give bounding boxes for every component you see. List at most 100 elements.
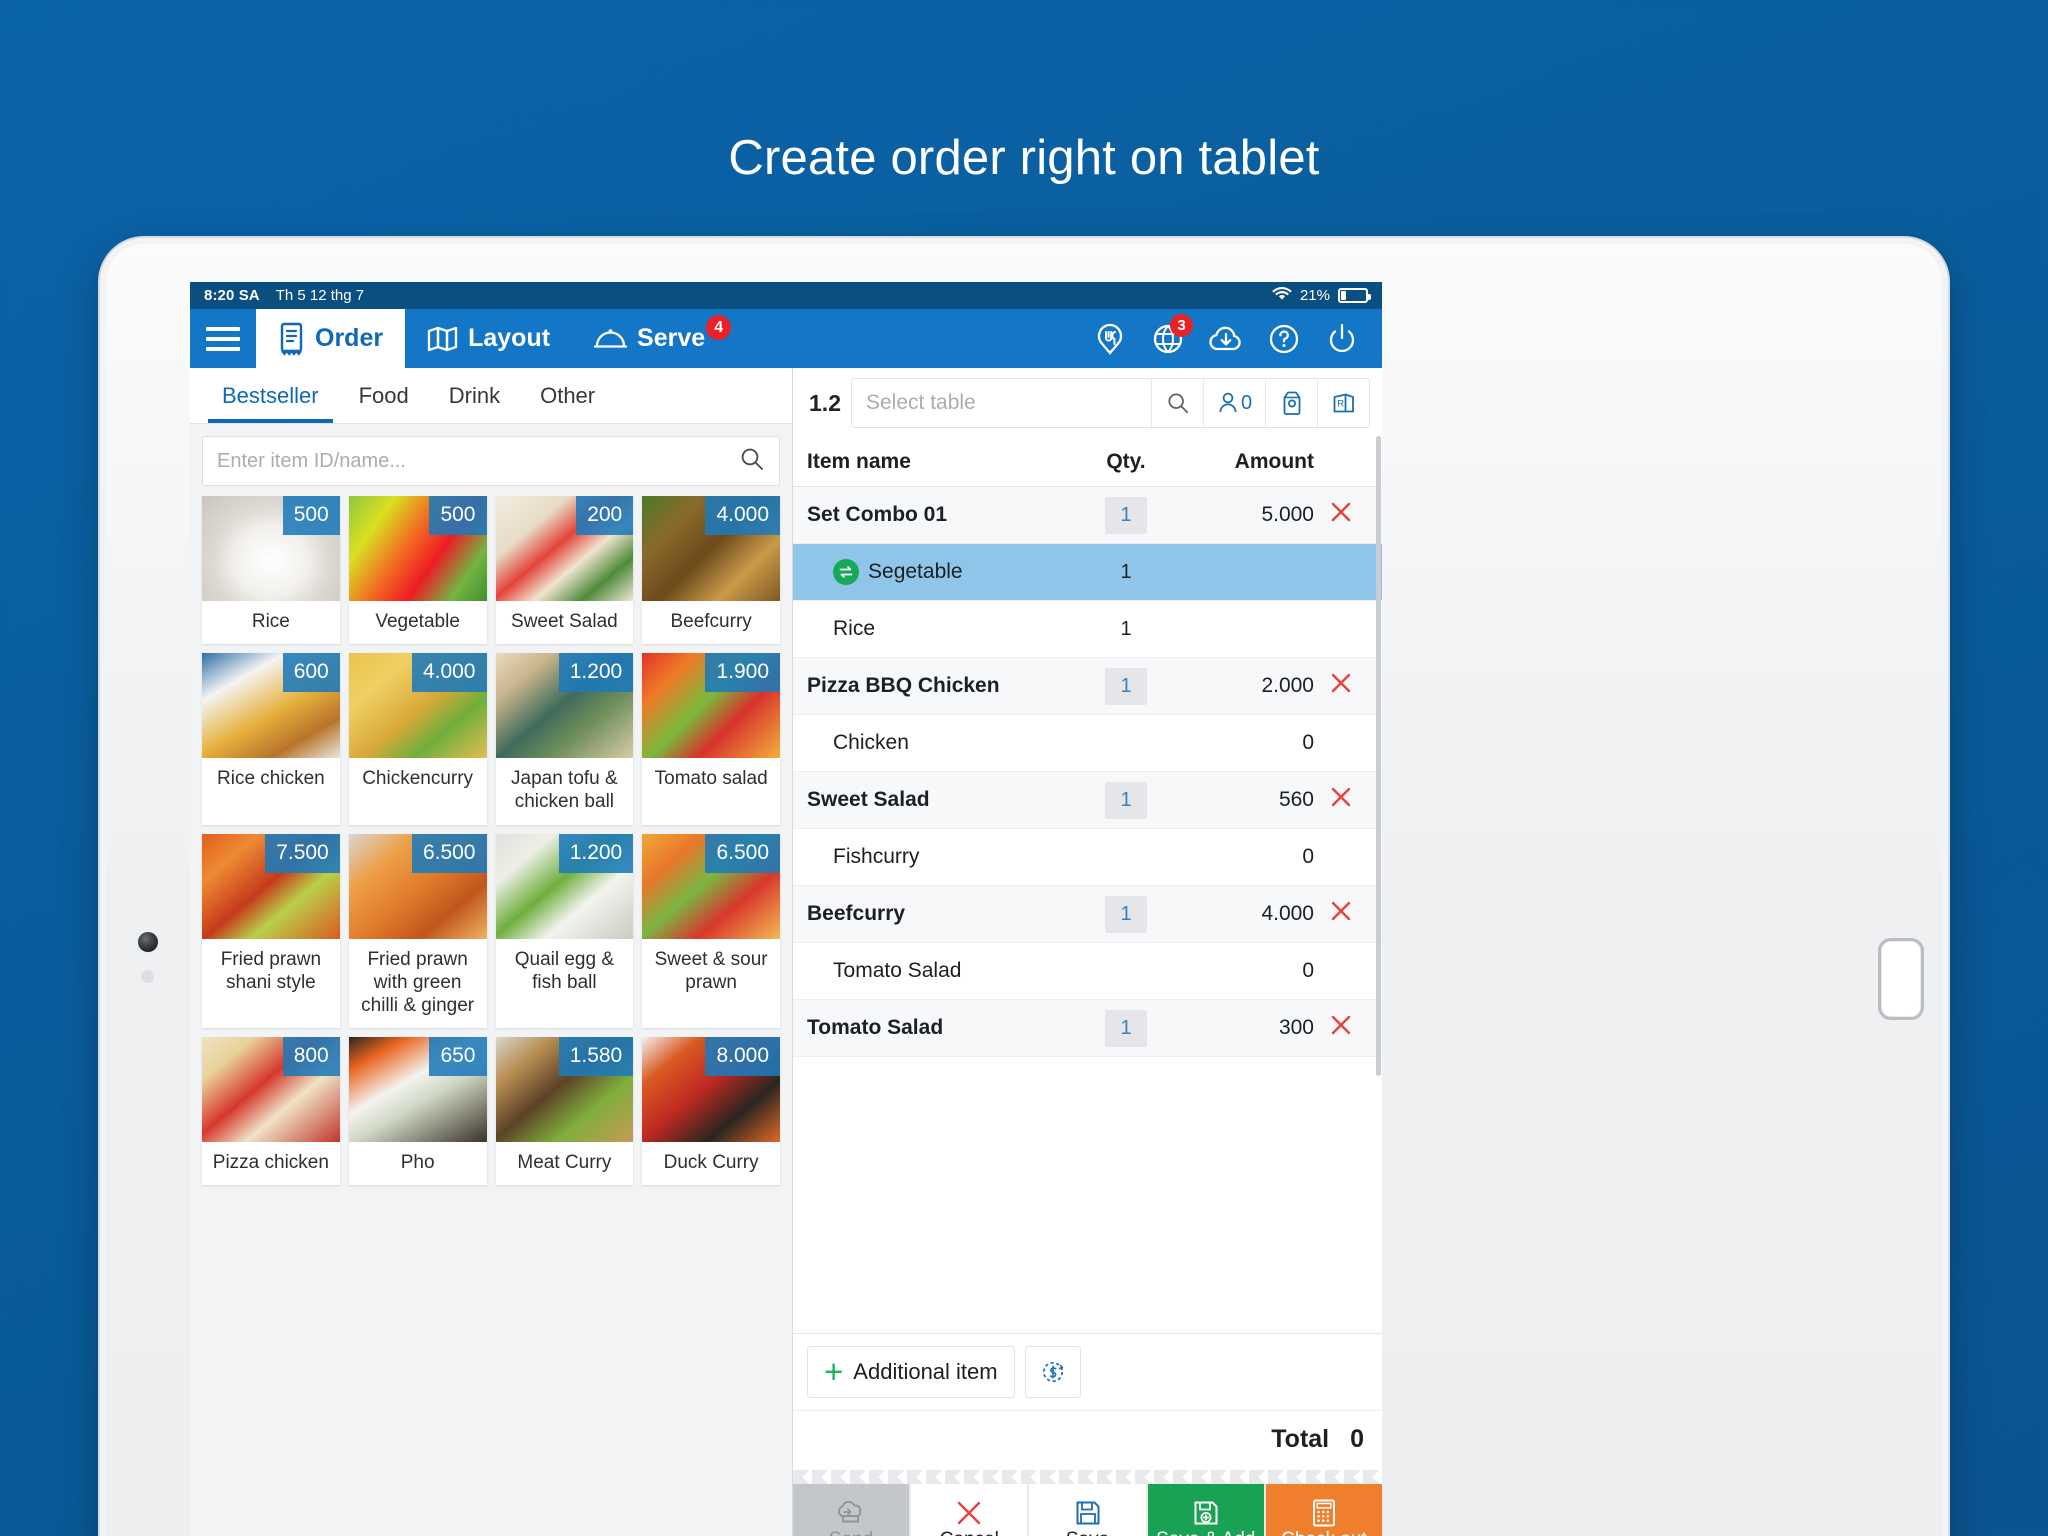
product-card[interactable]: 8.000 Duck Curry [642,1037,781,1186]
product-name: Sweet Salad [511,611,618,632]
delete-row-icon[interactable] [1314,785,1368,816]
check-out-label: Check out [1281,1530,1367,1536]
reservation-card-icon[interactable]: R [1317,379,1369,427]
product-card[interactable]: 1.200 Japan tofu & chicken ball [495,653,634,825]
product-card[interactable]: 6.500 Fried prawn with green chilli & gin… [348,833,487,1029]
money-refresh-icon[interactable] [1024,1346,1081,1398]
product-card[interactable]: 4.000 Chickencurry [348,653,487,825]
qty-stepper[interactable]: 1 [1105,496,1147,534]
order-header: 1.2 0 R [793,368,1382,438]
check-out-button[interactable]: Check out [1265,1484,1382,1536]
order-row[interactable]: Fishcurry 0 [793,829,1382,886]
takeaway-bag-icon[interactable] [1265,379,1317,427]
product-card[interactable]: 1.580 Meat Curry [495,1037,634,1186]
table-search-icon[interactable] [1151,379,1203,427]
delete-row-icon[interactable] [1314,671,1368,702]
globe-icon[interactable]: 3 [1142,313,1194,365]
product-card[interactable]: 200 Sweet Salad [495,496,634,645]
search-icon[interactable] [739,446,765,477]
help-icon[interactable] [1258,313,1310,365]
order-row[interactable]: Chicken 0 [793,715,1382,772]
table-select-input[interactable] [852,391,1151,415]
order-item-qty[interactable]: 1 [1078,667,1174,705]
delete-row-icon[interactable] [1314,500,1368,531]
qty-stepper[interactable]: 1 [1105,1009,1147,1047]
product-card[interactable]: 500 Rice [202,496,340,645]
order-item-qty[interactable]: 1 [1078,560,1174,584]
category-drink[interactable]: Drink [429,368,520,423]
cloud-download-icon[interactable] [1200,313,1252,365]
order-row-name-cell: Fishcurry [807,845,1078,869]
save-button[interactable]: Save [1029,1484,1148,1536]
product-card[interactable]: 1.900 Tomato salad [642,653,781,825]
tab-serve[interactable]: Serve 4 [572,309,732,368]
product-card[interactable]: 1.200 Quail egg & fish ball [495,833,634,1029]
delete-row-icon[interactable] [1314,1013,1368,1044]
order-item-qty[interactable]: 1 [1078,617,1174,641]
order-row[interactable]: Set Combo 01 1 5.000 [793,487,1382,544]
product-card[interactable]: 4.000 Beefcurry [642,496,781,645]
qty-stepper[interactable]: 1 [1105,781,1147,819]
order-item-qty[interactable]: 1 [1078,1009,1174,1047]
order-row[interactable]: Segetable 1 [793,544,1382,601]
chef-hat-icon [835,1498,867,1528]
order-item-qty[interactable]: 1 [1078,781,1174,819]
product-card[interactable]: 650 Pho [348,1037,487,1186]
order-row[interactable]: Sweet Salad 1 560 [793,772,1382,829]
catalog-search-row [190,424,793,496]
total-value: 0 [1350,1425,1364,1453]
product-name: Pho [400,1152,435,1174]
calculator-icon [1311,1498,1337,1528]
order-item-qty[interactable]: 1 [1078,496,1174,534]
product-price: 1.900 [705,653,781,693]
guest-count-button[interactable]: 0 [1203,379,1265,427]
order-row[interactable]: Tomato Salad 0 [793,943,1382,1000]
device-side-button[interactable] [1878,938,1924,1020]
additional-item-button[interactable]: + Additional item [807,1346,1015,1398]
product-card[interactable]: 6.500 Sweet & sour prawn [642,833,781,1029]
category-other[interactable]: Other [520,368,615,423]
save-and-add-button[interactable]: Save & Add [1147,1484,1266,1536]
tab-layout[interactable]: Layout [405,309,572,368]
swap-icon[interactable] [833,559,860,585]
battery-percent: 21% [1299,287,1330,304]
product-card[interactable]: 600 Rice chicken [202,653,340,825]
order-item-amount: 2.000 [1261,674,1314,697]
order-scrollbar[interactable] [1376,436,1381,1076]
search-input[interactable] [217,449,740,473]
category-food[interactable]: Food [339,368,429,423]
order-row[interactable]: Rice 1 [793,601,1382,658]
tab-serve-label: Serve [637,324,706,352]
product-thumbnail: 200 [495,496,634,601]
floppy-icon [1074,1498,1102,1528]
qty-value: 1 [1120,561,1132,583]
catalog-search-box[interactable] [202,436,781,486]
hamburger-menu-icon[interactable] [190,309,256,368]
cancel-button[interactable]: Cancel [911,1484,1030,1536]
qty-stepper[interactable]: 1 [1105,895,1147,933]
order-item-amount: 0 [1302,959,1314,982]
tablet-screen: 8:20 SA Th 5 12 thg 7 21% Order Layout S… [190,282,1382,1536]
tab-order[interactable]: Order [256,309,406,368]
product-card[interactable]: 800 Pizza chicken [202,1037,340,1186]
product-card[interactable]: 500 Vegetable [348,496,487,645]
floppy-plus-icon [1192,1498,1220,1528]
power-icon[interactable] [1316,313,1368,365]
order-row[interactable]: Tomato Salad 1 300 [793,1000,1382,1057]
delete-row-icon[interactable] [1314,899,1368,930]
send-button[interactable]: Send [793,1484,912,1536]
order-row-name-cell: Beefcurry [807,902,1078,926]
product-card[interactable]: 7.500 Fried prawn shani style [202,833,340,1029]
plus-icon: + [824,1352,844,1390]
front-camera-icon [138,932,158,952]
additional-item-label: Additional item [853,1359,998,1384]
category-label: Food [358,382,409,408]
order-item-qty[interactable]: 1 [1078,895,1174,933]
order-row[interactable]: Beefcurry 1 4.000 [793,886,1382,943]
restaurant-pin-icon[interactable] [1084,313,1136,365]
category-bestseller[interactable]: Bestseller [202,368,339,423]
order-row[interactable]: Pizza BBQ Chicken 1 2.000 [793,658,1382,715]
product-price: 1.200 [558,653,634,693]
product-name: Tomato salad [654,768,768,790]
qty-stepper[interactable]: 1 [1105,667,1147,705]
